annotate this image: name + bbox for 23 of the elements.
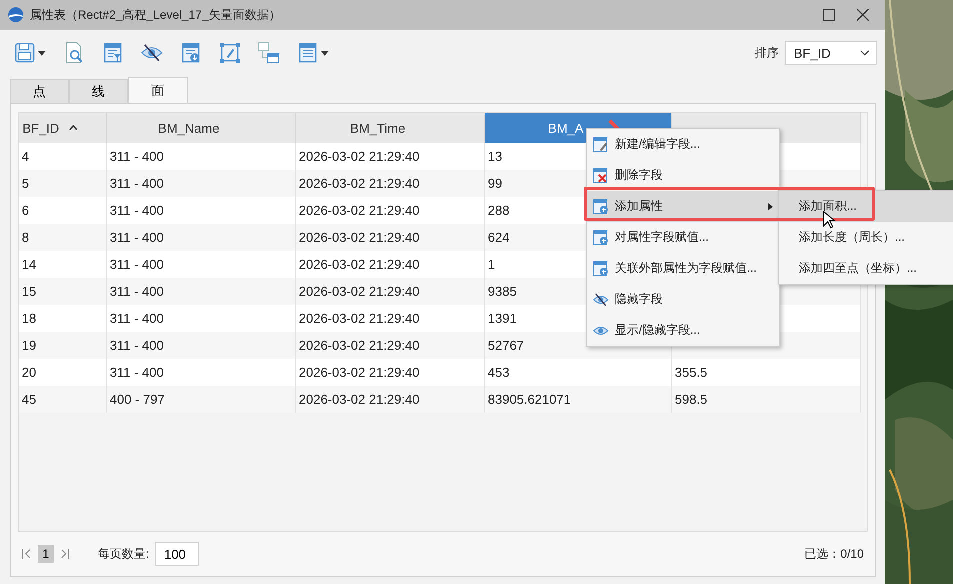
table-cell: 311 - 400 [107,305,296,332]
table-cell: 311 - 400 [107,251,296,278]
table-cell: 2026-03-02 21:29:40 [296,197,485,224]
table-cell: 20 [19,359,107,386]
table-cell: 45 [19,386,107,413]
table-cell: 2026-03-02 21:29:40 [296,305,485,332]
table-cell: 4 [19,143,107,170]
table-cell: 6 [19,197,107,224]
selection-count: 已选：0/10 [804,546,864,562]
table-cell: 18 [19,305,107,332]
page-size-label: 每页数量: [98,546,150,562]
window-title: 属性表（Rect#2_高程_Level_17_矢量面数据） [30,6,282,24]
table-cell: 311 - 400 [107,359,296,386]
table-cell: 355.5 [672,359,861,386]
table-cell: 2026-03-02 21:29:40 [296,143,485,170]
table-cell: 311 - 400 [107,143,296,170]
table-cell: 14 [19,251,107,278]
table-cell: 453 [485,359,672,386]
table-cell: 2026-03-02 21:29:40 [296,359,485,386]
table-cell: 400 - 797 [107,386,296,413]
sort-label: 排序 [755,44,779,62]
table-cell: 2026-03-02 21:29:40 [296,251,485,278]
table-cell: 311 - 400 [107,197,296,224]
